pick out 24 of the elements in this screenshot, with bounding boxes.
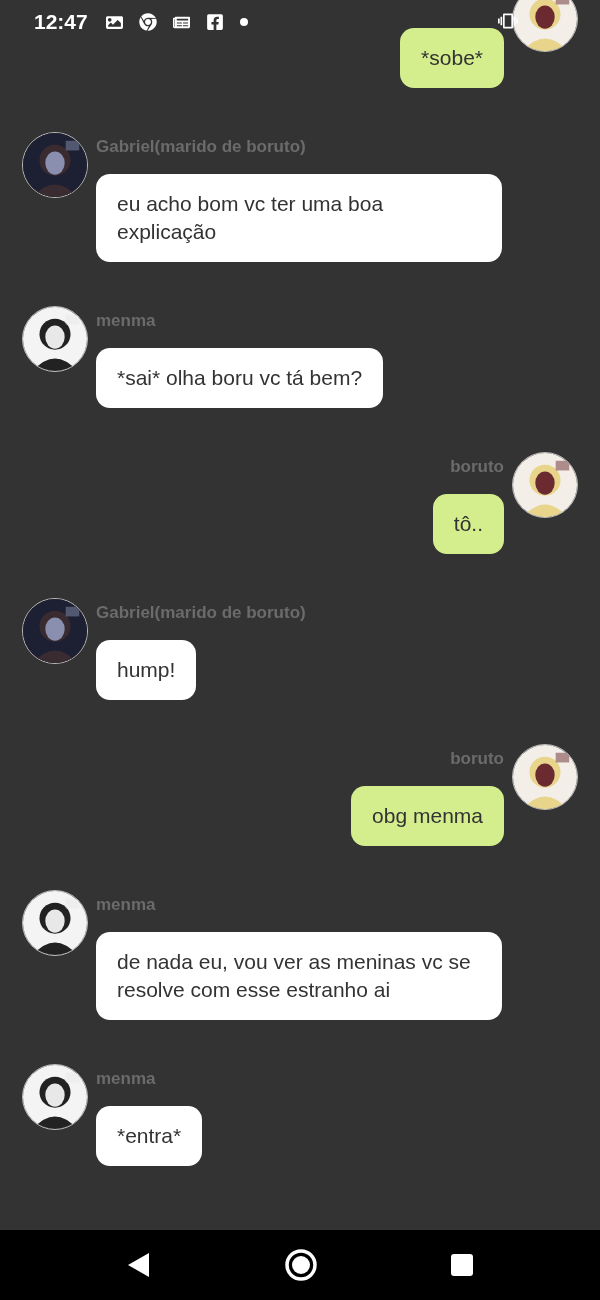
- home-icon[interactable]: [284, 1248, 318, 1282]
- message-bubble: obg menma: [351, 786, 504, 846]
- dot-icon: [239, 18, 248, 26]
- chrome-icon: [138, 13, 157, 31]
- image-icon: [105, 13, 123, 31]
- recents-icon[interactable]: [451, 1254, 474, 1276]
- message-bubble: de nada eu, vou ver as meninas vc se resolve com esse estranho ai: [96, 932, 502, 1020]
- message-bubble: *sai* olha boru vc tá bem?: [96, 348, 384, 408]
- sender-name: Gabriel(marido de boruto): [96, 137, 306, 158]
- sender-name: menma: [96, 311, 156, 332]
- message-bubble: eu acho bom vc ter uma boa explicação: [96, 174, 502, 262]
- back-icon[interactable]: [126, 1252, 151, 1278]
- message-bubble: *sobe*: [400, 28, 504, 88]
- vibrate-icon: [498, 11, 518, 31]
- sender-name: boruto: [450, 749, 504, 770]
- sender-name: menma: [96, 895, 156, 916]
- sender-name: Gabriel(marido de boruto): [96, 603, 306, 624]
- sender-name: boruto: [450, 457, 504, 478]
- status-time: 12:47: [34, 10, 88, 34]
- facebook-icon: [205, 13, 224, 31]
- message-bubble: *entra*: [96, 1106, 203, 1166]
- message-bubble: hump!: [96, 640, 197, 700]
- message-bubble: tô..: [432, 494, 504, 554]
- sender-name: menma: [96, 1069, 156, 1090]
